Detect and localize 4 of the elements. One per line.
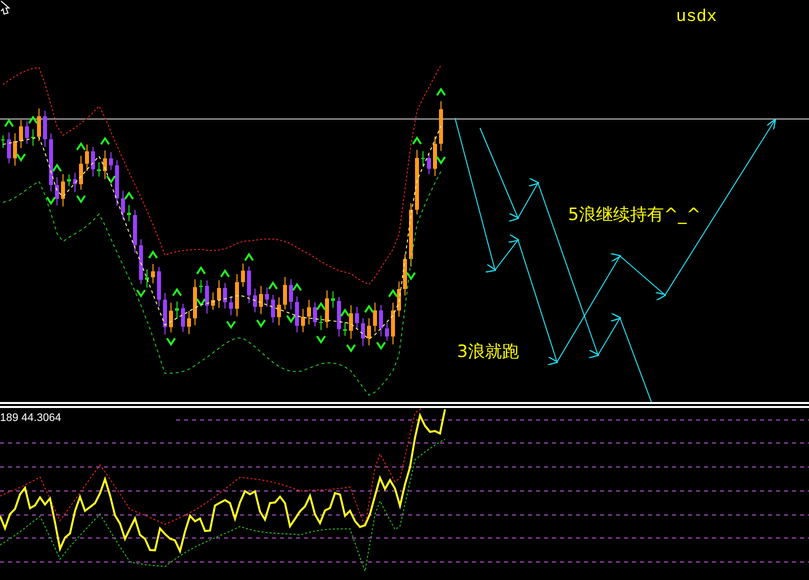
chart-annotation: 5浪继续持有^_^: [568, 204, 701, 226]
symbol-label: usdx: [676, 8, 717, 27]
indicator-reading: 189 44.3064: [0, 412, 62, 424]
chart-annotation: 3浪就跑: [457, 341, 519, 363]
